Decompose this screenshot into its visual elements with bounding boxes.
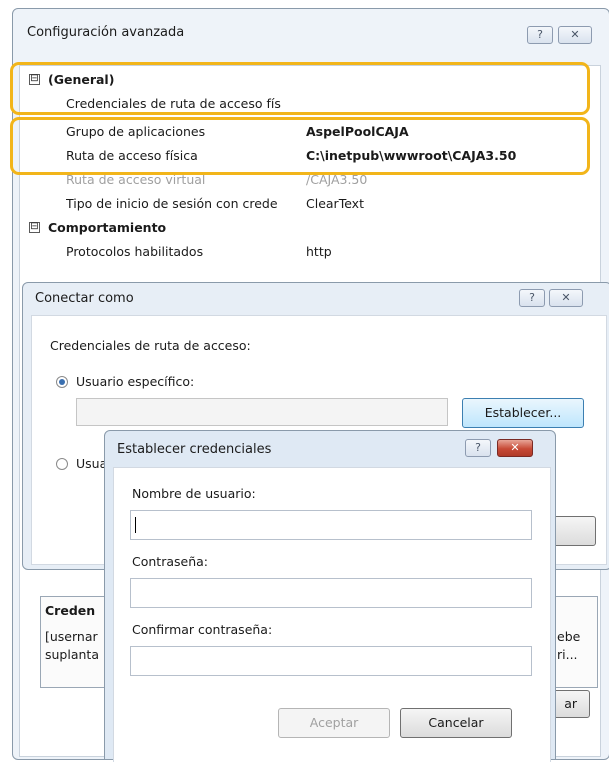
set-credentials-window: Establecer credenciales ? ✕ Nombre de us… — [104, 430, 556, 762]
help-icon: ? — [537, 28, 543, 41]
connect-as-titlebar: Conectar como ? ✕ — [23, 283, 609, 313]
highlight-pool-path — [10, 117, 590, 175]
highlight-general — [10, 62, 590, 115]
password-label: Contraseña: — [132, 554, 208, 569]
section-behavior[interactable]: ⊟ Comportamiento — [20, 216, 600, 240]
set-button[interactable]: Establecer... — [462, 398, 584, 428]
cancel-button[interactable]: Cancelar — [400, 708, 512, 738]
text-cursor — [135, 517, 136, 533]
specific-user-label: Usuario específico: — [76, 374, 195, 389]
advanced-settings-title: Configuración avanzada — [27, 25, 185, 40]
property-name: Tipo de inicio de sesión con crede — [66, 196, 278, 211]
description-text-line2: suplanta — [45, 647, 99, 662]
help-button[interactable]: ? — [465, 439, 491, 457]
section-behavior-label: Comportamiento — [48, 220, 167, 235]
property-value: ClearText — [306, 196, 364, 211]
username-label: Nombre de usuario: — [132, 486, 256, 501]
close-button[interactable]: ✕ — [549, 289, 583, 307]
description-text-line1: [usernar — [45, 629, 98, 644]
close-icon: ✕ — [510, 441, 520, 454]
password-input[interactable] — [130, 578, 532, 608]
help-icon: ? — [529, 291, 535, 304]
collapse-icon[interactable]: ⊟ — [29, 222, 40, 233]
cancel-button-label: Cancelar — [428, 715, 484, 730]
help-button[interactable]: ? — [519, 289, 545, 307]
description-fragment-1: ebe — [557, 629, 581, 644]
set-credentials-titlebar: Establecer credenciales ? ✕ — [105, 431, 555, 465]
set-button-label: Establecer... — [484, 405, 562, 420]
specific-user-field[interactable] — [76, 398, 448, 426]
property-row[interactable]: Tipo de inicio de sesión con crede Clear… — [20, 192, 600, 216]
advanced-settings-titlebar: Configuración avanzada ? ✕ — [13, 9, 609, 53]
description-title: Creden — [45, 603, 96, 618]
close-icon: ✕ — [561, 291, 571, 304]
description-fragment-2: ri... — [557, 647, 578, 662]
help-icon: ? — [475, 441, 481, 454]
close-button[interactable]: ✕ — [558, 26, 592, 44]
confirm-password-input[interactable] — [130, 646, 532, 676]
close-button[interactable]: ✕ — [497, 439, 533, 457]
help-button[interactable]: ? — [527, 26, 553, 44]
set-credentials-body: Nombre de usuario: Contraseña: Confirmar… — [113, 467, 551, 762]
credentials-path-label: Credenciales de ruta de acceso: — [50, 338, 251, 353]
set-credentials-title: Establecer credenciales — [117, 442, 272, 457]
specific-user-radio[interactable] — [56, 376, 68, 388]
username-input[interactable] — [130, 510, 532, 540]
pass-through-label: Usua — [76, 456, 108, 471]
accept-button[interactable]: Aceptar — [278, 708, 390, 738]
accept-button-label: Aceptar — [309, 715, 359, 730]
pass-through-radio[interactable] — [56, 458, 68, 470]
property-name: Protocolos habilitados — [66, 244, 204, 259]
close-icon: ✕ — [570, 28, 580, 41]
connect-as-title: Conectar como — [35, 291, 134, 306]
confirm-password-label: Confirmar contraseña: — [132, 622, 273, 637]
property-value: http — [306, 244, 332, 259]
property-row[interactable]: Protocolos habilitados http — [20, 240, 600, 264]
